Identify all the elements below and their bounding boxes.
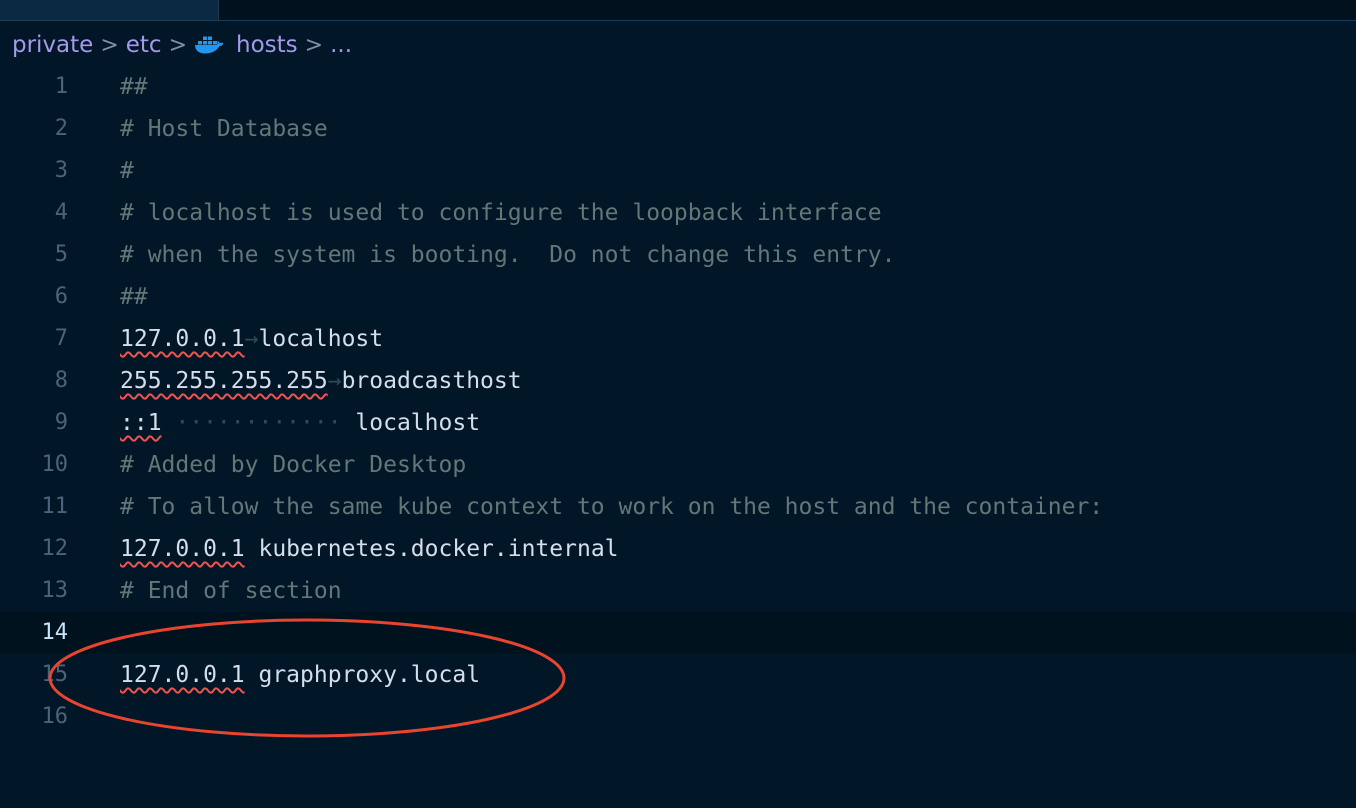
line-number: 4 (54, 200, 68, 225)
editor-line[interactable]: 14 (0, 612, 1356, 654)
editor-line[interactable]: 13 # End of section (0, 570, 1356, 612)
line-number: 3 (54, 158, 68, 183)
editor-line[interactable]: 11 # To allow the same kube context to wo… (0, 486, 1356, 528)
editor-line[interactable]: 16 (0, 696, 1356, 738)
editor-line[interactable]: 15 127.0.0.1 graphproxy.local (0, 654, 1356, 696)
line-number: 7 (54, 326, 68, 351)
ip-address: 127.0.0.1 (120, 536, 245, 562)
breadcrumb: private > etc > hosts > ... (12, 28, 352, 62)
line-number: 16 (41, 704, 69, 729)
hostname: localhost (355, 410, 481, 436)
editor-line[interactable]: 3 # (0, 150, 1356, 192)
editor-line[interactable]: 5 # when the system is booting. Do not ch… (0, 234, 1356, 276)
code-text: ## (120, 66, 148, 108)
active-tab[interactable] (0, 0, 219, 20)
comment-text: # localhost is used to configure the loo… (120, 200, 882, 226)
line-number: 14 (41, 620, 69, 645)
code-text: 127.0.0.1 kubernetes.docker.internal (120, 528, 619, 570)
comment-text: ## (120, 74, 148, 100)
comment-text: # To allow the same kube context to work… (120, 494, 1104, 520)
code-text: # Added by Docker Desktop (120, 444, 466, 486)
hostname: broadcasthost (341, 368, 522, 394)
breadcrumb-item-etc[interactable]: etc (126, 32, 162, 58)
comment-text: # when the system is booting. Do not cha… (120, 242, 896, 268)
hostname: localhost (258, 326, 384, 352)
comment-text: # Added by Docker Desktop (120, 452, 467, 478)
whitespace-marker (245, 536, 259, 562)
editor-line[interactable]: 6 ## (0, 276, 1356, 318)
comment-text: # Host Database (120, 116, 328, 142)
ip-address: ::1 (120, 410, 162, 436)
whitespace-marker: → (244, 326, 259, 352)
chevron-right-icon: > (168, 32, 188, 58)
editor-line[interactable]: 12 127.0.0.1 kubernetes.docker.internal (0, 528, 1356, 570)
line-number: 1 (54, 74, 68, 99)
line-number: 5 (54, 242, 68, 267)
line-number: 6 (54, 284, 68, 309)
code-text: # To allow the same kube context to work… (120, 486, 1103, 528)
editor-line[interactable]: 4 # localhost is used to configure the lo… (0, 192, 1356, 234)
breadcrumb-item-more[interactable]: ... (330, 32, 352, 58)
hostname: graphproxy.local (258, 662, 481, 688)
code-text: # localhost is used to configure the loo… (120, 192, 882, 234)
line-number: 15 (41, 662, 69, 687)
comment-text: # End of section (120, 578, 342, 604)
line-number: 10 (41, 452, 69, 477)
code-text: 255.255.255.255→broadcasthost (120, 360, 522, 402)
editor-line[interactable]: 7 127.0.0.1→localhost (0, 318, 1356, 360)
line-number: 13 (41, 578, 69, 603)
code-text: # (120, 150, 134, 192)
hostname: kubernetes.docker.internal (258, 536, 619, 562)
code-text: # when the system is booting. Do not cha… (120, 234, 895, 276)
editor-line[interactable]: 2 # Host Database (0, 108, 1356, 150)
code-editor[interactable]: 1 ## 2 # Host Database 3 #4 # localhost is use… (0, 66, 1356, 808)
code-text: ## (120, 276, 148, 318)
ip-address: 255.255.255.255 (120, 368, 328, 394)
tab-bar (0, 0, 1356, 21)
whitespace-marker: ············ (161, 410, 356, 436)
code-text: 127.0.0.1 graphproxy.local (120, 654, 480, 696)
editor-line[interactable]: 10 # Added by Docker Desktop (0, 444, 1356, 486)
editor-line[interactable]: 1 ## (0, 66, 1356, 108)
line-number: 8 (54, 368, 68, 393)
line-number: 2 (54, 116, 68, 141)
code-text: # Host Database (120, 108, 328, 150)
code-text: # End of section (120, 570, 342, 612)
docker-whale-icon (195, 36, 224, 54)
whitespace-marker: → (327, 368, 342, 394)
chevron-right-icon: > (304, 32, 324, 58)
code-text: ::1 ············ localhost (120, 402, 480, 444)
chevron-right-icon: > (100, 32, 119, 58)
line-number: 9 (54, 410, 68, 435)
ip-address: 127.0.0.1 (120, 662, 245, 688)
code-text: 127.0.0.1→localhost (120, 318, 383, 360)
comment-text: ## (120, 284, 148, 310)
comment-text: # (120, 158, 134, 184)
whitespace-marker (245, 662, 259, 688)
breadcrumb-item-private[interactable]: private (12, 32, 93, 58)
line-number: 11 (41, 494, 69, 519)
line-number: 12 (41, 536, 69, 561)
editor-line[interactable]: 9::1 ············ localhost (0, 402, 1356, 444)
breadcrumb-item-hosts[interactable]: hosts (236, 32, 298, 58)
editor-line[interactable]: 8 255.255.255.255→broadcasthost (0, 360, 1356, 402)
ip-address: 127.0.0.1 (120, 326, 245, 352)
